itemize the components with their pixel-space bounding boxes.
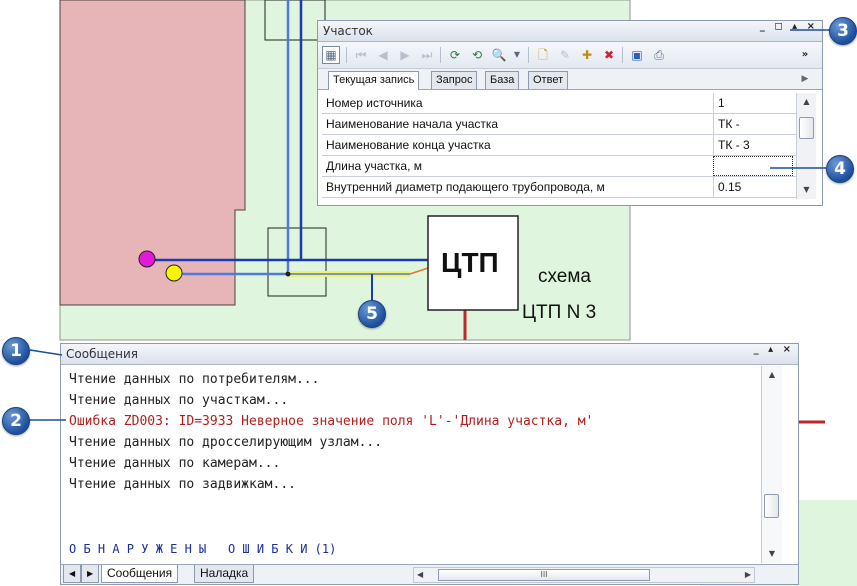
add-record-icon[interactable]: ✚ bbox=[578, 46, 596, 64]
grid-row[interactable]: Длина участка, м bbox=[322, 156, 796, 177]
callout-marker: 5 bbox=[358, 300, 386, 328]
messages-vertical-scrollbar[interactable]: ▲ ▼ bbox=[761, 366, 782, 563]
uchastok-panel: Участок _ ◻ ▴ × ▦ ⏮ ◀ ▶ ⏭ ⟳ ⟲ 🔍 ▼ 🗋 ✎ ✚ … bbox=[317, 20, 823, 206]
scroll-right-icon[interactable]: ▶ bbox=[745, 568, 751, 582]
save-icon[interactable]: ▣ bbox=[628, 46, 646, 64]
tab-answer[interactable]: Ответ bbox=[528, 71, 569, 89]
uchastok-tabs: Текущая запись Запрос База Ответ ▶ bbox=[318, 69, 822, 90]
tab-messages[interactable]: Сообщения bbox=[101, 565, 179, 583]
errors-found-summary: О Б Н А Р У Ж Е Н Ы О Ш И Б К И (1) bbox=[69, 542, 337, 556]
next-record-icon[interactable]: ▶ bbox=[396, 46, 414, 64]
window-controls[interactable]: _ ▴ × bbox=[754, 344, 794, 355]
message-line: Чтение данных по камерам... bbox=[69, 456, 281, 471]
print-icon[interactable]: ⎙ bbox=[650, 46, 668, 64]
uchastok-titlebar[interactable]: Участок _ ◻ ▴ × bbox=[318, 21, 822, 42]
scroll-up-icon[interactable]: ▲ bbox=[762, 368, 782, 382]
grid-row[interactable]: Номер источника 1 bbox=[322, 93, 796, 114]
grid-vertical-scrollbar[interactable]: ▲ ▼ bbox=[796, 93, 816, 199]
toolbar-separator bbox=[622, 47, 623, 63]
toolbar-separator bbox=[440, 47, 441, 63]
grid-row[interactable]: Внутренний диаметр подающего трубопровод… bbox=[322, 177, 796, 198]
grid-row[interactable]: Наименование конца участка ТК - 3 bbox=[322, 135, 796, 156]
uchastok-toolbar: ▦ ⏮ ◀ ▶ ⏭ ⟳ ⟲ 🔍 ▼ 🗋 ✎ ✚ ✖ ▣ ⎙ » bbox=[318, 42, 822, 69]
scroll-left-icon[interactable]: ◀ bbox=[417, 568, 423, 582]
grid-row-name: Номер источника bbox=[326, 96, 423, 110]
grid-row-name: Внутренний диаметр подающего трубопровод… bbox=[326, 180, 605, 194]
message-line: Чтение данных по задвижкам... bbox=[69, 477, 296, 492]
messages-horizontal-scrollbar[interactable]: ◀ III ▶ bbox=[413, 567, 755, 583]
tab-nav-left-icon[interactable]: ◀ bbox=[63, 565, 82, 583]
scroll-thumb[interactable] bbox=[799, 117, 814, 139]
messages-titlebar[interactable]: Сообщения _ ▴ × bbox=[61, 344, 798, 365]
callout-marker: 4 bbox=[826, 155, 854, 183]
properties-grid: Номер источника 1 Наименование начала уч… bbox=[322, 93, 796, 201]
tab-scroll-right-icon[interactable]: ▶ bbox=[796, 70, 814, 88]
grid-row[interactable]: Наименование начала участка ТК - bbox=[322, 114, 796, 135]
grid-row-value[interactable]: 0.15 bbox=[713, 177, 796, 197]
scheme-label-line2: ЦТП N 3 bbox=[522, 302, 597, 323]
grid-row-value[interactable]: ТК - 3 bbox=[713, 135, 796, 155]
horizontal-scroll-thumb[interactable]: III bbox=[438, 569, 650, 581]
first-record-icon[interactable]: ⏮ bbox=[352, 46, 370, 64]
length-value-field[interactable] bbox=[713, 156, 793, 176]
messages-title: Сообщения bbox=[66, 347, 139, 361]
scheme-label-line1: схема bbox=[538, 266, 591, 287]
messages-bottom-tabs: ◀ ▶ Сообщения Наладка ◀ III ▶ bbox=[61, 564, 798, 584]
grid-row-name: Наименование начала участка bbox=[326, 117, 499, 131]
grid-row-value[interactable]: ТК - bbox=[713, 114, 796, 134]
prev-record-icon[interactable]: ◀ bbox=[374, 46, 392, 64]
window-controls[interactable]: _ ◻ ▴ × bbox=[760, 21, 818, 32]
message-line: Чтение данных по потребителям... bbox=[69, 372, 320, 387]
refresh-icon[interactable]: ⟲ bbox=[468, 46, 486, 64]
delete-record-icon[interactable]: ✖ bbox=[600, 46, 618, 64]
toolbar-separator bbox=[528, 47, 529, 63]
last-record-icon[interactable]: ⏭ bbox=[418, 46, 436, 64]
scroll-down-icon[interactable]: ▼ bbox=[762, 547, 782, 561]
callout-marker: 2 bbox=[2, 407, 30, 435]
dropdown-icon[interactable]: ▼ bbox=[508, 46, 526, 64]
ctp-label: ЦТП bbox=[441, 247, 499, 278]
refresh-query-icon[interactable]: ⟳ bbox=[446, 46, 464, 64]
tab-base[interactable]: База bbox=[485, 71, 520, 89]
tab-current-record[interactable]: Текущая запись bbox=[328, 71, 420, 90]
callout-marker: 3 bbox=[829, 17, 857, 45]
table-icon[interactable]: ▦ bbox=[322, 46, 340, 64]
grid-row-value[interactable]: 1 bbox=[713, 93, 796, 113]
scroll-up-icon[interactable]: ▲ bbox=[797, 95, 816, 109]
messages-panel: Сообщения _ ▴ × Чтение данных по потреби… bbox=[60, 343, 799, 585]
search-icon[interactable]: 🔍 bbox=[490, 46, 508, 64]
uchastok-title: Участок bbox=[323, 24, 373, 38]
scroll-down-icon[interactable]: ▼ bbox=[797, 183, 816, 197]
callout-marker: 1 bbox=[2, 337, 30, 365]
tab-naladka[interactable]: Наладка bbox=[194, 565, 255, 583]
edit-record-icon[interactable]: ✎ bbox=[556, 46, 574, 64]
toolbar-separator bbox=[346, 47, 347, 63]
tab-nav-right-icon[interactable]: ▶ bbox=[81, 565, 100, 583]
overflow-icon[interactable]: » bbox=[798, 46, 812, 64]
grid-row-name: Наименование конца участка bbox=[326, 138, 491, 152]
new-record-icon[interactable]: 🗋 bbox=[534, 46, 552, 64]
message-line: Чтение данных по участкам... bbox=[69, 393, 289, 408]
message-line: Чтение данных по дросселирующим узлам... bbox=[69, 435, 383, 450]
grid-row-name: Длина участка, м bbox=[326, 159, 422, 173]
tab-query[interactable]: Запрос bbox=[431, 71, 478, 89]
scroll-thumb[interactable] bbox=[764, 494, 779, 518]
error-message-line[interactable]: Ошибка ZD003: ID=3933 Неверное значение … bbox=[69, 414, 593, 429]
